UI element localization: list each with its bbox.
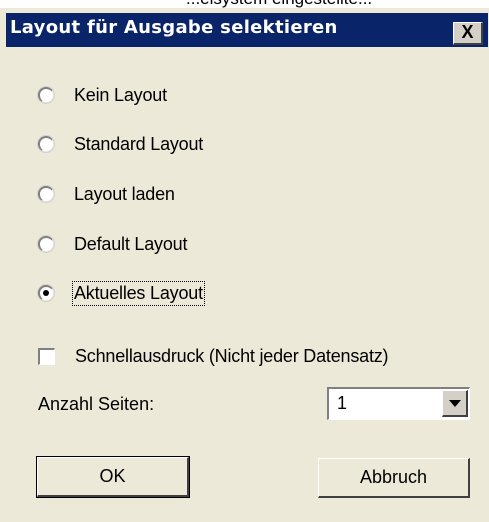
background-window-text: ...elsystem eingestellte... <box>0 0 489 8</box>
dialog-title: Layout für Ausgabe selektieren <box>10 17 338 38</box>
layout-dialog: Layout für Ausgabe selektieren X Kein La… <box>0 8 489 522</box>
close-button[interactable]: X <box>453 22 483 45</box>
radio-label: Standard Layout <box>74 133 204 154</box>
radio-label: Aktuelles Layout <box>72 280 205 306</box>
quick-print-checkbox-row[interactable]: Schnellausdruck (Nicht jeder Datensatz) <box>38 343 389 369</box>
ok-button[interactable]: OK <box>36 456 190 498</box>
cancel-button[interactable]: Abbruch <box>318 458 470 498</box>
title-bar[interactable]: Layout für Ausgabe selektieren X <box>6 13 488 47</box>
close-icon: X <box>461 22 474 42</box>
dropdown-button[interactable] <box>442 390 468 417</box>
radio-label: Layout laden <box>74 183 175 204</box>
radio-circle-icon[interactable] <box>38 236 54 252</box>
radio-standard-layout[interactable]: Standard Layout <box>38 130 203 158</box>
radio-circle-icon[interactable] <box>38 285 54 301</box>
chevron-down-icon <box>449 400 461 407</box>
background-window-title-fragment: ...elsystem eingestellte... <box>186 0 372 8</box>
radio-circle-icon[interactable] <box>38 87 54 103</box>
radio-selected-dot <box>43 290 49 296</box>
quick-print-checkbox[interactable] <box>38 347 55 365</box>
quick-print-label: Schnellausdruck (Nicht jeder Datensatz) <box>75 345 389 366</box>
radio-default-layout[interactable]: Default Layout <box>38 230 187 258</box>
radio-aktuelles-layout[interactable]: Aktuelles Layout <box>38 279 205 307</box>
page-count-select[interactable]: 1 <box>327 387 470 420</box>
page-count-value: 1 <box>337 393 348 413</box>
radio-kein-layout[interactable]: Kein Layout <box>38 81 167 109</box>
radio-circle-icon[interactable] <box>38 186 54 202</box>
page-count-label: Anzahl Seiten: <box>38 394 155 414</box>
radio-label: Kein Layout <box>74 84 167 105</box>
radio-layout-laden[interactable]: Layout laden <box>38 180 175 208</box>
radio-circle-icon[interactable] <box>38 136 54 152</box>
radio-label: Default Layout <box>74 233 188 254</box>
